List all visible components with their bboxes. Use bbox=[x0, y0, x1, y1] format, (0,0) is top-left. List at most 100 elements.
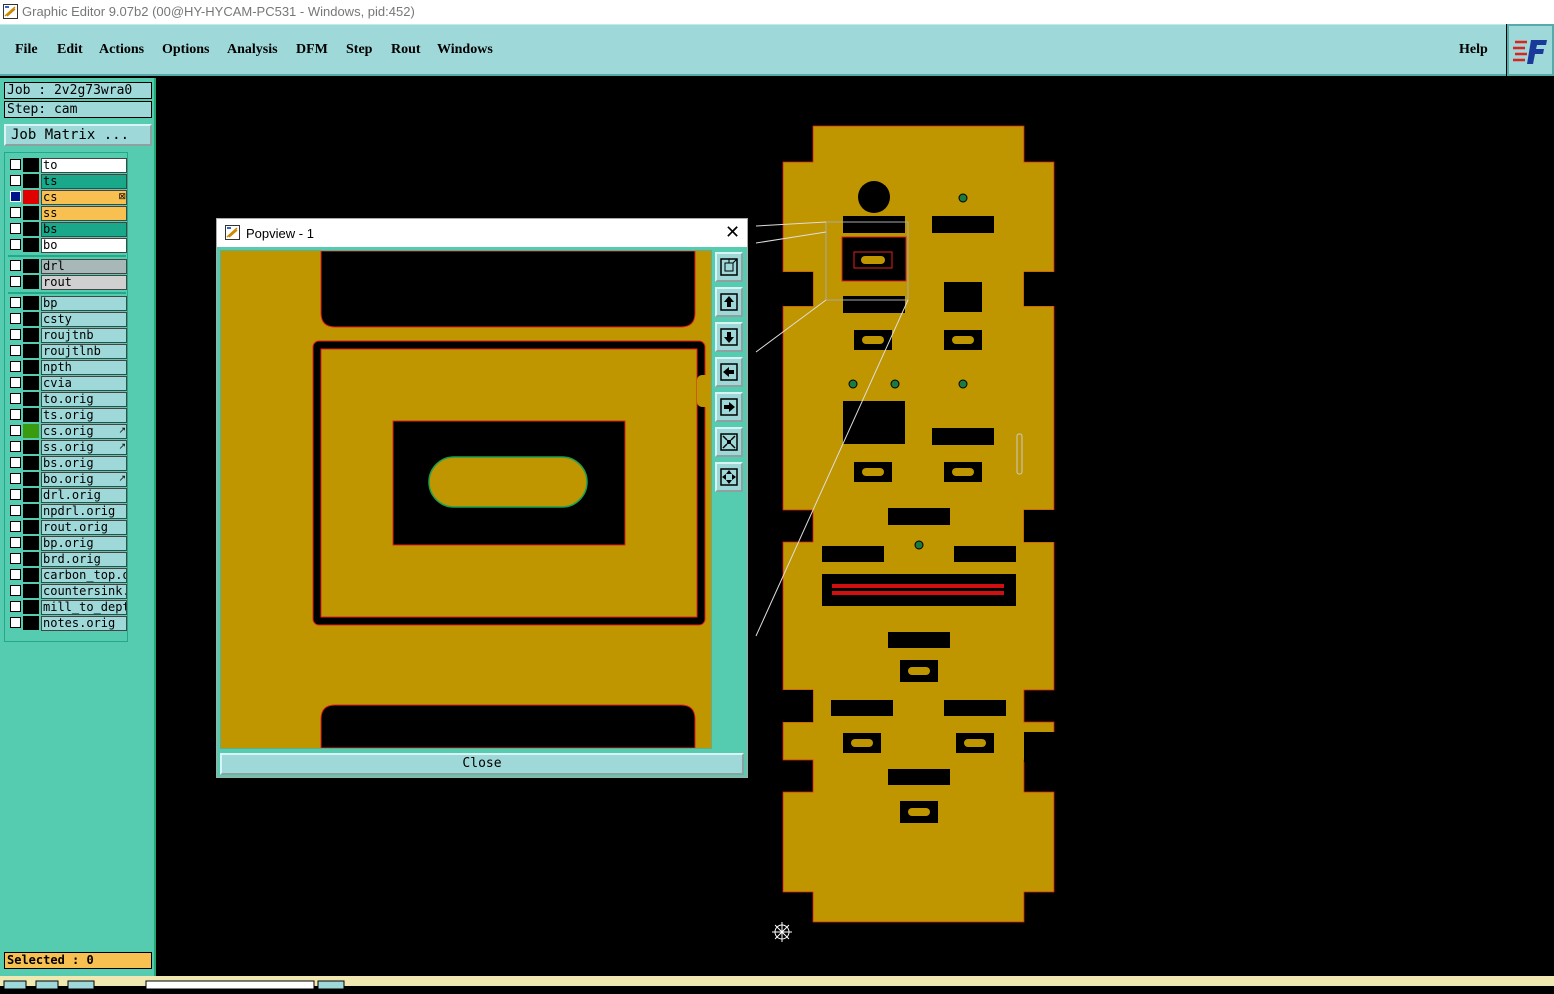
layer-color-swatch[interactable] bbox=[23, 344, 39, 358]
layer-checkbox[interactable] bbox=[10, 441, 21, 452]
layer-row-cvia[interactable]: cvia bbox=[8, 376, 127, 391]
layer-name[interactable]: to bbox=[41, 158, 127, 173]
layer-name[interactable]: cs bbox=[41, 190, 127, 205]
layer-checkbox[interactable] bbox=[10, 329, 21, 340]
layer-name[interactable]: npdrl.orig bbox=[41, 504, 127, 519]
layer-color-swatch[interactable] bbox=[23, 456, 39, 470]
job-matrix-button[interactable]: Job Matrix ... bbox=[4, 124, 152, 146]
menu-edit[interactable]: Edit bbox=[57, 42, 83, 58]
layer-checkbox[interactable] bbox=[10, 260, 21, 271]
layer-color-swatch[interactable] bbox=[23, 296, 39, 310]
layer-color-swatch[interactable] bbox=[23, 408, 39, 422]
layer-color-swatch[interactable] bbox=[23, 536, 39, 550]
layer-color-swatch[interactable] bbox=[23, 328, 39, 342]
popview-titlebar[interactable]: Popview - 1 ✕ bbox=[217, 219, 747, 247]
pan-down-button[interactable] bbox=[715, 322, 743, 352]
layer-name[interactable]: drl.orig bbox=[41, 488, 127, 503]
layer-checkbox[interactable] bbox=[10, 505, 21, 516]
layer-color-swatch[interactable] bbox=[23, 488, 39, 502]
layer-color-swatch[interactable] bbox=[23, 222, 39, 236]
layer-row-ts[interactable]: ts bbox=[8, 174, 127, 189]
layer-color-swatch[interactable] bbox=[23, 312, 39, 326]
layer-row-countersink-orig[interactable]: countersink.orig bbox=[8, 584, 127, 599]
zoomed-board-drawing[interactable] bbox=[221, 251, 711, 748]
layer-name[interactable]: roujtnb bbox=[41, 328, 127, 343]
layer-row-rout-orig[interactable]: rout.orig bbox=[8, 520, 127, 535]
layer-row-to-orig[interactable]: to.orig bbox=[8, 392, 127, 407]
layer-checkbox[interactable] bbox=[10, 489, 21, 500]
layer-checkbox[interactable] bbox=[10, 425, 21, 436]
layer-row-brd-orig[interactable]: brd.orig bbox=[8, 552, 127, 567]
layer-checkbox[interactable] bbox=[10, 377, 21, 388]
layer-name[interactable]: bo.orig bbox=[41, 472, 127, 487]
layer-row-bs-orig[interactable]: bs.orig bbox=[8, 456, 127, 471]
layer-checkbox[interactable] bbox=[10, 521, 21, 532]
layer-checkbox[interactable] bbox=[10, 313, 21, 324]
layer-color-swatch[interactable] bbox=[23, 376, 39, 390]
menu-file[interactable]: File bbox=[15, 42, 38, 58]
layer-name[interactable]: rout bbox=[41, 275, 127, 290]
layer-checkbox[interactable] bbox=[10, 223, 21, 234]
layer-name[interactable]: cs.orig bbox=[41, 424, 127, 439]
layer-color-swatch[interactable] bbox=[23, 190, 39, 204]
layer-name[interactable]: bp bbox=[41, 296, 127, 311]
menu-windows[interactable]: Windows bbox=[437, 42, 493, 58]
layer-row-bp[interactable]: bp bbox=[8, 296, 127, 311]
popview-window[interactable]: Popview - 1 ✕ Close bbox=[216, 218, 748, 778]
layer-name[interactable]: bs bbox=[41, 222, 127, 237]
menu-help[interactable]: Help bbox=[1459, 42, 1488, 58]
layer-checkbox[interactable] bbox=[10, 617, 21, 628]
layer-checkbox[interactable] bbox=[10, 361, 21, 372]
layer-row-drl[interactable]: drl bbox=[8, 259, 127, 274]
layer-row-csty[interactable]: csty bbox=[8, 312, 127, 327]
layer-color-swatch[interactable] bbox=[23, 616, 39, 630]
zoom-home-button[interactable] bbox=[715, 462, 743, 492]
popview-close-button[interactable]: Close bbox=[220, 753, 744, 775]
layer-name[interactable]: roujtlnb bbox=[41, 344, 127, 359]
zoom-fit-button[interactable] bbox=[715, 427, 743, 457]
layer-row-notes-orig[interactable]: notes.orig bbox=[8, 616, 127, 631]
layer-row-bo[interactable]: bo bbox=[8, 238, 127, 253]
layer-row-ss-orig[interactable]: ss.orig ↗ bbox=[8, 440, 127, 455]
layer-row-roujtnb[interactable]: roujtnb bbox=[8, 328, 127, 343]
layer-row-mill-to-depth-orig[interactable]: mill_to_depth.orig bbox=[8, 600, 127, 615]
layer-name[interactable]: bs.orig bbox=[41, 456, 127, 471]
layer-name[interactable]: to.orig bbox=[41, 392, 127, 407]
layer-color-swatch[interactable] bbox=[23, 472, 39, 486]
layer-row-npth[interactable]: npth bbox=[8, 360, 127, 375]
layer-name[interactable]: drl bbox=[41, 259, 127, 274]
layer-name[interactable]: bo bbox=[41, 238, 127, 253]
close-icon[interactable]: ✕ bbox=[725, 222, 740, 242]
layer-color-swatch[interactable] bbox=[23, 392, 39, 406]
layer-checkbox[interactable] bbox=[10, 191, 21, 202]
layer-row-bp-orig[interactable]: bp.orig bbox=[8, 536, 127, 551]
layer-row-ss[interactable]: ss bbox=[8, 206, 127, 221]
layer-color-swatch[interactable] bbox=[23, 275, 39, 289]
layer-color-swatch[interactable] bbox=[23, 584, 39, 598]
pan-right-button[interactable] bbox=[715, 392, 743, 422]
layer-row-drl-orig[interactable]: drl.orig bbox=[8, 488, 127, 503]
layer-color-swatch[interactable] bbox=[23, 552, 39, 566]
layer-row-roujtlnb[interactable]: roujtlnb bbox=[8, 344, 127, 359]
layer-row-cs[interactable]: cs ⊠ bbox=[8, 190, 127, 205]
layer-checkbox[interactable] bbox=[10, 585, 21, 596]
layer-checkbox[interactable] bbox=[10, 297, 21, 308]
layer-name[interactable]: mill_to_depth.orig bbox=[41, 600, 127, 615]
layer-checkbox[interactable] bbox=[10, 553, 21, 564]
layer-color-swatch[interactable] bbox=[23, 158, 39, 172]
menu-step[interactable]: Step bbox=[346, 42, 372, 58]
layer-checkbox[interactable] bbox=[10, 537, 21, 548]
layer-name[interactable]: bp.orig bbox=[41, 536, 127, 551]
layer-color-swatch[interactable] bbox=[23, 206, 39, 220]
layer-checkbox[interactable] bbox=[10, 159, 21, 170]
layer-name[interactable]: ss.orig bbox=[41, 440, 127, 455]
layer-checkbox[interactable] bbox=[10, 175, 21, 186]
layer-checkbox[interactable] bbox=[10, 409, 21, 420]
layer-checkbox[interactable] bbox=[10, 345, 21, 356]
layer-color-swatch[interactable] bbox=[23, 424, 39, 438]
layer-row-ts-orig[interactable]: ts.orig bbox=[8, 408, 127, 423]
menu-rout[interactable]: Rout bbox=[391, 42, 421, 58]
layer-color-swatch[interactable] bbox=[23, 504, 39, 518]
layer-name[interactable]: notes.orig bbox=[41, 616, 127, 631]
layer-checkbox[interactable] bbox=[10, 457, 21, 468]
